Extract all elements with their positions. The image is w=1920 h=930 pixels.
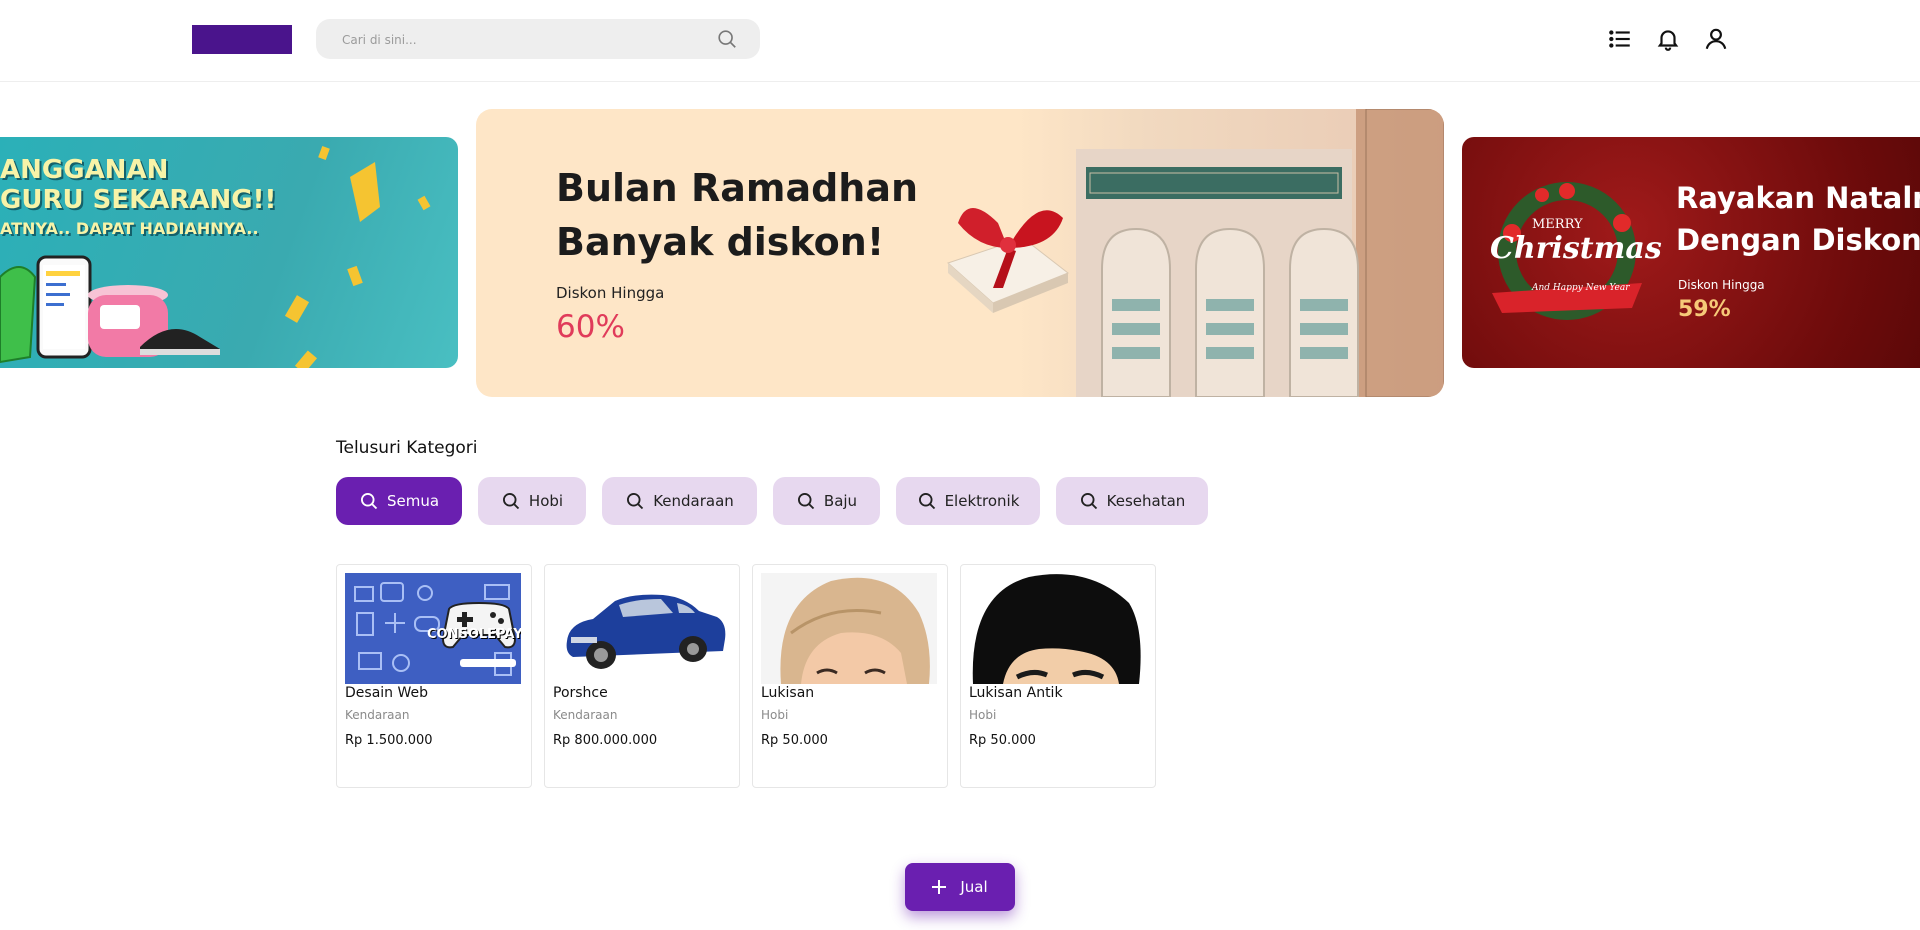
product-category: Hobi	[761, 708, 789, 722]
sell-button-label: Jual	[960, 878, 988, 896]
category-chip-elektronik[interactable]: Elektronik	[896, 477, 1040, 525]
sell-button[interactable]: Jual	[905, 863, 1015, 911]
top-navbar	[0, 0, 1920, 82]
promo-banner-ramadhan[interactable]: Bulan Ramadhan Banyak diskon! Diskon Hin…	[476, 109, 1444, 397]
christmas-banner-title-line2: Dengan Diskon J	[1676, 223, 1920, 257]
product-price: Rp 50.000	[761, 733, 828, 748]
mosque-wall-image	[1016, 109, 1444, 397]
category-chip-semua[interactable]: Semua	[336, 477, 462, 525]
product-price: Rp 50.000	[969, 733, 1036, 748]
search-icon	[502, 493, 520, 510]
plus-icon	[932, 880, 947, 894]
product-price: Rp 1.500.000	[345, 733, 433, 748]
chip-label: Elektronik	[944, 492, 1020, 510]
search-bar[interactable]	[316, 19, 760, 61]
list-icon[interactable]	[1607, 26, 1633, 52]
search-icon	[797, 493, 815, 510]
ramadhan-discount-label: Diskon Hingga	[556, 284, 665, 302]
banner-left-line3: ATNYA.. DAPAT HADIAHNYA..	[0, 219, 259, 238]
search-input[interactable]	[340, 19, 704, 61]
product-card[interactable]: Lukisan Antik Hobi Rp 50.000	[960, 564, 1156, 788]
christmas-badge-line2: Christmas	[1490, 231, 1662, 266]
search-icon	[1080, 493, 1097, 510]
category-chip-kesehatan[interactable]: Kesehatan	[1056, 477, 1208, 525]
brand-logo[interactable]	[192, 25, 292, 54]
category-chip-baju[interactable]: Baju	[773, 477, 880, 525]
product-name: Lukisan Antik	[969, 685, 1063, 701]
chip-label: Baju	[823, 492, 858, 510]
chip-label: Kesehatan	[1106, 492, 1186, 510]
christmas-discount-label: Diskon Hingga	[1678, 278, 1765, 292]
product-image: CONSOLEPAY	[345, 573, 521, 684]
christmas-discount-value: 59%	[1678, 297, 1731, 322]
product-price: Rp 800.000.000	[553, 733, 658, 748]
confetti-decoration	[318, 145, 431, 222]
banner-left-line1: ANGGANAN	[0, 155, 169, 185]
product-card[interactable]: Lukisan Hobi Rp 50.000	[752, 564, 948, 788]
search-icon	[918, 493, 935, 510]
chip-label: Semua	[386, 492, 440, 510]
painting-blonde-woman-image	[780, 577, 930, 684]
product-card[interactable]: Porshce Kendaraan Rp 800.000.000	[544, 564, 740, 788]
user-icon[interactable]	[1703, 26, 1729, 52]
promo-banner-christmas[interactable]: MERRY Christmas And Happy New Year Rayak…	[1462, 137, 1920, 368]
category-section-title: Telusuri Kategori	[336, 438, 478, 458]
gift-box-icon	[947, 208, 1069, 313]
ramadhan-banner-title: Bulan Ramadhan Banyak diskon!	[556, 166, 919, 264]
mosque-interior-illustration	[1076, 109, 1444, 397]
chip-label: Kendaraan	[653, 492, 734, 510]
chip-label: Hobi	[528, 492, 564, 510]
christmas-banner-title-line1: Rayakan Natalm	[1676, 181, 1920, 215]
product-name: Porshce	[553, 685, 608, 701]
search-icon	[360, 493, 378, 510]
christmas-badge-line1: MERRY	[1532, 217, 1583, 232]
product-image	[761, 573, 937, 684]
product-category: Kendaraan	[345, 708, 410, 722]
product-name: Lukisan	[761, 685, 815, 701]
search-icon	[627, 493, 644, 510]
product-image	[969, 573, 1145, 684]
product-category: Hobi	[969, 708, 997, 722]
banner-left-line2: GURU SEKARANG!!	[0, 185, 277, 215]
bell-icon[interactable]	[1655, 26, 1681, 52]
product-card[interactable]: CONSOLEPAY Desain Web Kendaraan Rp 1.500…	[336, 564, 532, 788]
category-chip-hobi[interactable]: Hobi	[478, 477, 586, 525]
product-name: Desain Web	[345, 685, 429, 701]
ramadhan-discount-value: 60%	[556, 309, 625, 345]
product-image-caption: CONSOLEPAY	[427, 627, 521, 642]
category-chip-kendaraan[interactable]: Kendaraan	[602, 477, 757, 525]
painting-dark-hair-image	[972, 574, 1141, 684]
product-category: Kendaraan	[553, 708, 618, 722]
search-icon[interactable]	[716, 28, 738, 50]
promo-banner-subscription[interactable]: ANGGANAN GURU SEKARANG!! ATNYA.. DAPAT H…	[0, 137, 458, 368]
christmas-badge-line3: And Happy New Year	[1532, 283, 1630, 293]
car-image	[566, 594, 726, 669]
product-image	[553, 573, 729, 684]
